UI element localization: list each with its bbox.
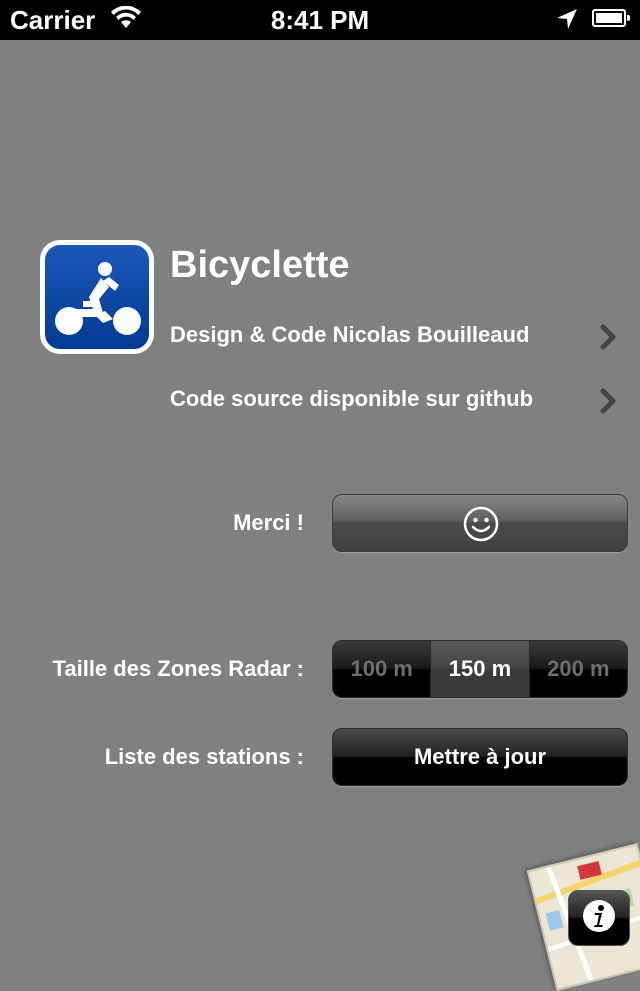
status-bar: Carrier 8:41 PM [0, 0, 640, 40]
smiley-icon [463, 506, 499, 547]
radar-option-150[interactable]: 150 m [431, 641, 530, 697]
radar-option-100[interactable]: 100 m [333, 641, 432, 697]
credits-link-label: Design & Code Nicolas Bouilleaud [170, 322, 530, 347]
location-arrow-icon [556, 8, 578, 35]
github-link-label: Code source disponible sur github [170, 386, 534, 411]
thanks-button[interactable] [332, 494, 628, 552]
info-icon [582, 899, 616, 938]
app-logo-bicycle [40, 240, 154, 354]
info-button[interactable] [568, 890, 630, 946]
radar-size-label: Taille des Zones Radar : [52, 656, 304, 681]
radar-size-control[interactable]: 100 m 150 m 200 m [332, 640, 628, 698]
clock: 8:41 PM [270, 5, 370, 35]
stations-label: Liste des stations : [104, 744, 304, 769]
radar-option-200[interactable]: 200 m [529, 641, 627, 697]
battery-icon [592, 9, 630, 27]
chevron-right-icon [600, 388, 616, 419]
credits-link[interactable]: Design & Code Nicolas Bouilleaud [170, 316, 630, 356]
chevron-right-icon [600, 324, 616, 355]
github-link[interactable]: Code source disponible sur github [170, 380, 630, 420]
app-title: Bicyclette [170, 244, 350, 286]
update-stations-button[interactable]: Mettre à jour [332, 728, 628, 786]
thanks-label: Merci ! [233, 510, 304, 535]
